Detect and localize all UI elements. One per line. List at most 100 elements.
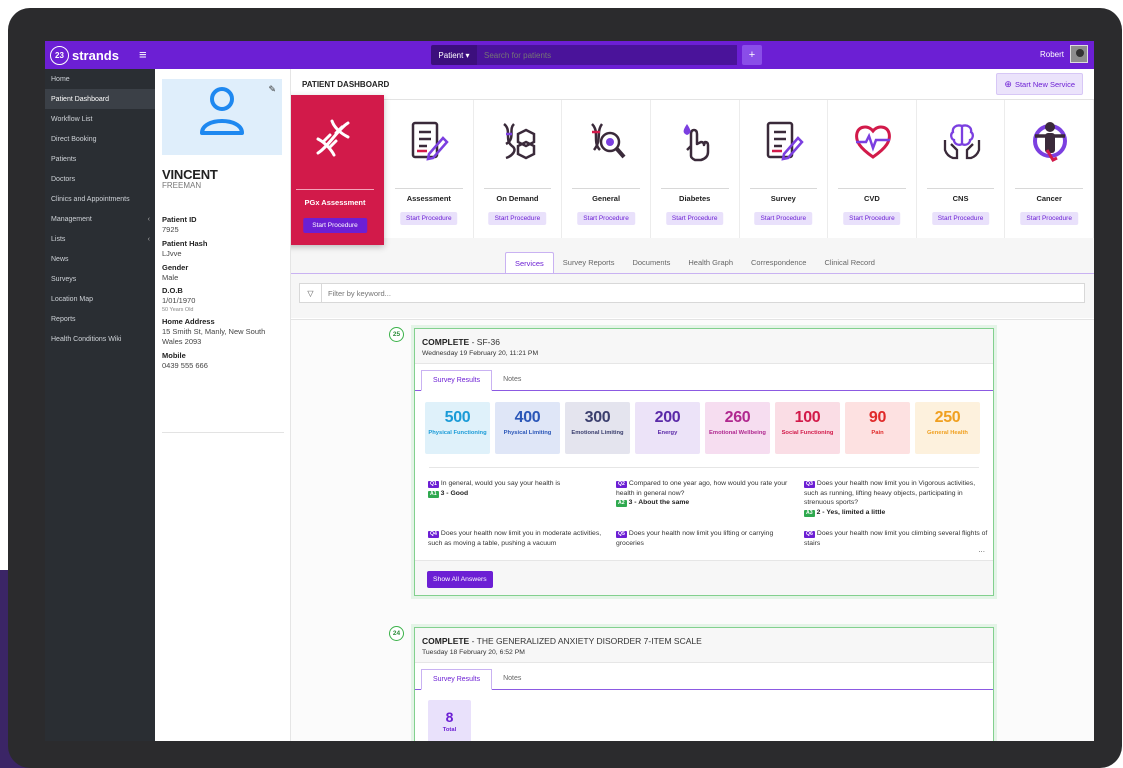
filter-input[interactable] bbox=[322, 288, 1084, 298]
sidebar-item[interactable]: Direct Booking bbox=[45, 129, 155, 149]
show-all-answers-button[interactable]: Show All Answers bbox=[427, 571, 493, 589]
start-procedure-button[interactable]: Start Procedure bbox=[843, 212, 901, 225]
tab-notes[interactable]: Notes bbox=[492, 669, 532, 689]
divider bbox=[296, 189, 374, 190]
start-procedure-button[interactable]: Start Procedure bbox=[488, 212, 547, 225]
avatar[interactable] bbox=[1070, 45, 1088, 63]
form-icon bbox=[764, 120, 806, 162]
form-icon bbox=[409, 120, 451, 162]
sidebar-item[interactable]: Patient Dashboard bbox=[45, 89, 155, 109]
start-procedure-button[interactable]: Start Procedure bbox=[303, 218, 367, 233]
score-label: Emotional Wellbeing bbox=[709, 430, 766, 436]
field-label: D.O.B bbox=[162, 286, 183, 296]
sidebar: Home Patient Dashboard Workflow List Direct… bbox=[45, 69, 155, 741]
score-tile: 300 Emotional Limiting bbox=[565, 402, 630, 454]
sidebar-item[interactable]: News bbox=[45, 249, 155, 269]
edit-icon[interactable]: ✎ bbox=[268, 84, 276, 95]
score-value: 400 bbox=[514, 409, 541, 426]
logo-text: strands bbox=[72, 47, 119, 63]
score-tile: 260 Emotional Wellbeing bbox=[705, 402, 770, 454]
user-menu[interactable]: Robert bbox=[1040, 45, 1088, 63]
field-label: Mobile bbox=[162, 350, 186, 360]
patient-first-name: VINCENT bbox=[162, 167, 218, 182]
question-text: Does your health now limit you climbing … bbox=[804, 530, 988, 547]
card-date: Tuesday 18 February 20, 6:52 PM bbox=[422, 649, 525, 656]
tab-notes[interactable]: Notes bbox=[492, 370, 532, 390]
service-name: Cancer bbox=[1036, 194, 1062, 203]
start-new-service-button[interactable]: ⊕ Start New Service bbox=[996, 73, 1083, 95]
question-number: Q4 bbox=[428, 531, 439, 539]
question-number: Q1 bbox=[428, 481, 439, 488]
add-button[interactable]: + bbox=[742, 45, 762, 65]
patient-avatar: ✎ bbox=[162, 79, 282, 155]
service-tile[interactable]: Cancer Start Procedure bbox=[1005, 100, 1094, 238]
divider bbox=[749, 188, 818, 189]
start-procedure-button[interactable]: Start Procedure bbox=[665, 212, 724, 225]
ribbon-person-icon bbox=[1029, 120, 1071, 162]
service-tile[interactable]: Assessment Start Procedure bbox=[385, 100, 474, 238]
sidebar-item[interactable]: Workflow List bbox=[45, 109, 155, 129]
service-tiles: PGx Assessment Start Procedure Assessment S… bbox=[291, 95, 1094, 245]
score-label: Energy bbox=[657, 430, 678, 436]
app-screen: 23 strands ≡ Patient ▾ + Robert HomePati… bbox=[45, 41, 1094, 741]
patient-address: 15 Smith St, Manly, New South Wales 2093 bbox=[162, 327, 266, 346]
divider bbox=[1015, 188, 1083, 189]
start-procedure-button[interactable]: Start Procedure bbox=[754, 212, 813, 225]
start-procedure-button[interactable]: Start Procedure bbox=[577, 212, 635, 225]
sidebar-item[interactable]: Home bbox=[45, 69, 155, 89]
tab-survey-results[interactable]: Survey Results bbox=[421, 669, 493, 690]
score-value: 300 bbox=[584, 409, 611, 426]
score-value: 500 bbox=[444, 409, 471, 426]
divider bbox=[162, 432, 284, 433]
service-tile[interactable]: On Demand Start Procedure bbox=[474, 100, 563, 238]
search-input[interactable] bbox=[477, 45, 737, 65]
service-tile[interactable]: CVD Start Procedure bbox=[828, 100, 917, 238]
divider bbox=[660, 188, 729, 189]
service-name: On Demand bbox=[496, 194, 539, 203]
card-tabs: Survey Results Notes bbox=[415, 364, 993, 391]
score-tile: 250 General Health bbox=[915, 402, 980, 454]
logo[interactable]: 23 strands bbox=[50, 45, 119, 65]
tab-survey-results[interactable]: Survey Results bbox=[421, 370, 493, 391]
patient-dropdown[interactable]: Patient ▾ bbox=[431, 45, 477, 65]
service-tile[interactable]: Diabetes Start Procedure bbox=[651, 100, 740, 238]
total-value: 8 bbox=[445, 709, 454, 725]
question-number: Q3 bbox=[804, 481, 815, 488]
score-label: Pain bbox=[871, 430, 884, 436]
sidebar-item[interactable]: Surveys bbox=[45, 269, 155, 289]
card-header: COMPLETE - THE GENERALIZED ANXIETY DISOR… bbox=[415, 628, 993, 663]
service-tile[interactable]: General Start Procedure bbox=[562, 100, 651, 238]
filter-bar: ▽ bbox=[291, 274, 1094, 318]
patient-last-name: FREEMAN bbox=[162, 181, 202, 190]
sidebar-item[interactable]: Patients bbox=[45, 149, 155, 169]
service-name: Diabetes bbox=[679, 194, 711, 203]
sidebar-item[interactable]: Location Map bbox=[45, 289, 155, 309]
service-tile[interactable]: PGx Assessment Start Procedure bbox=[291, 95, 384, 245]
sidebar-item[interactable]: Management ‹ bbox=[45, 209, 155, 229]
start-procedure-button[interactable]: Start Procedure bbox=[931, 212, 990, 225]
sidebar-item[interactable]: Doctors bbox=[45, 169, 155, 189]
timeline-badge: 25 bbox=[389, 327, 404, 342]
service-name: CVD bbox=[864, 194, 880, 203]
sidebar-item[interactable]: Lists ‹ bbox=[45, 229, 155, 249]
score-tiles: 500 Physical Functioning 400 Physical Limit… bbox=[415, 391, 993, 454]
menu-icon[interactable]: ≡ bbox=[139, 47, 147, 62]
filter-icon[interactable]: ▽ bbox=[300, 284, 322, 302]
question-answer: Q3 Does your health now limit you in Vigo… bbox=[804, 479, 990, 517]
start-procedure-button[interactable]: Start Procedure bbox=[400, 212, 458, 225]
divider bbox=[483, 188, 552, 189]
answer-text: 3 - About the same bbox=[628, 499, 690, 507]
service-tile[interactable]: CNS Start Procedure bbox=[917, 100, 1006, 238]
total-score: 8 Total bbox=[428, 700, 471, 741]
start-procedure-button[interactable]: Start Procedure bbox=[1020, 212, 1078, 225]
service-tile[interactable]: Survey Start Procedure bbox=[740, 100, 829, 238]
question-text: Does your health now limit you in Vigoro… bbox=[804, 480, 976, 507]
patient-gender: Male bbox=[162, 272, 179, 282]
card-tabs: Survey Results Notes bbox=[415, 663, 993, 690]
sidebar-item[interactable]: Reports bbox=[45, 309, 155, 329]
question-answer: Q5 Does your health now limit you lifting… bbox=[616, 529, 802, 548]
sidebar-item[interactable]: Clinics and Appointments bbox=[45, 189, 155, 209]
sidebar-item[interactable]: Health Conditions Wiki bbox=[45, 329, 155, 349]
question-number: Q2 bbox=[616, 481, 627, 488]
dna-icon bbox=[312, 117, 354, 159]
